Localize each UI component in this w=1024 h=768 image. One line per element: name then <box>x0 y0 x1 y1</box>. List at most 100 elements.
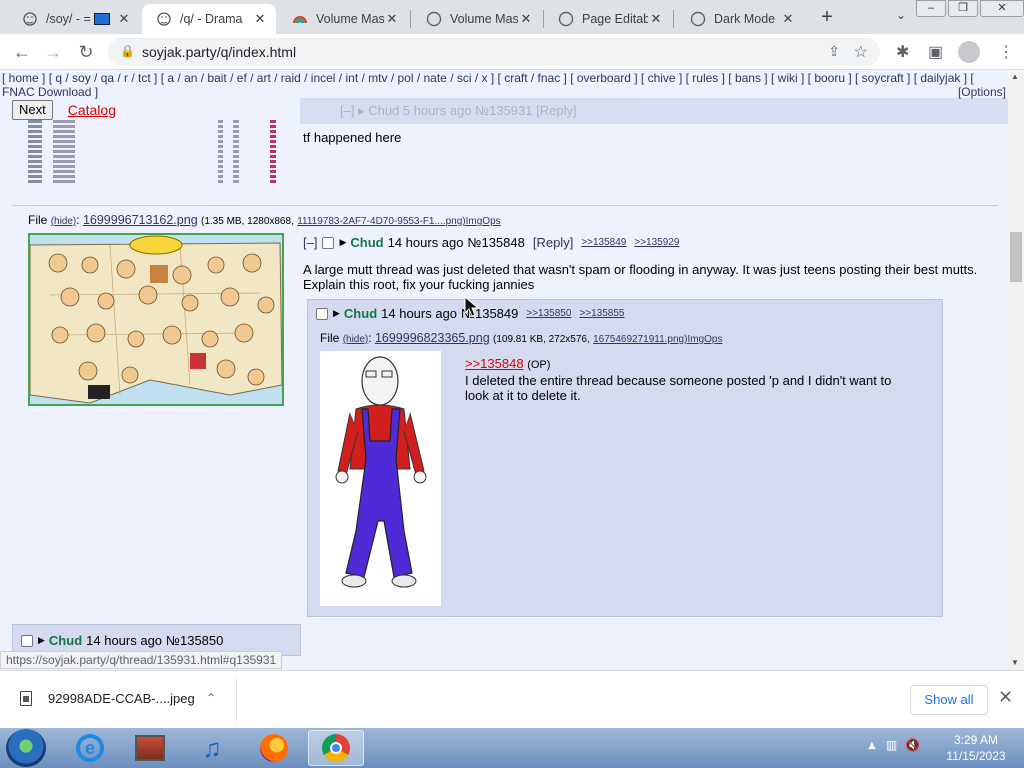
tab-q-drama[interactable]: /q/ - Drama ✕ <box>142 4 276 34</box>
backlink[interactable]: >>135929 <box>634 237 679 248</box>
minimize-icon[interactable]: ‒ <box>916 0 946 17</box>
hide-link[interactable]: (hide) <box>51 216 77 227</box>
post-checkbox[interactable] <box>322 236 335 249</box>
post-date: 14 hours ago <box>86 633 163 648</box>
close-tab-icon[interactable]: ✕ <box>384 11 400 27</box>
taskbar-chrome[interactable] <box>308 730 364 766</box>
tab-soy[interactable]: /soy/ - = ✕ <box>8 4 140 34</box>
post-menu-triangle-icon[interactable]: ▶ <box>333 308 340 319</box>
chevron-up-icon[interactable]: ⌃ <box>206 691 216 705</box>
download-item[interactable]: 92998ADE-CCAB-....jpeg <box>20 691 195 706</box>
taskbar-clock[interactable]: 3:29 AM 11/15/2023 <box>936 732 1016 764</box>
poster-name: Chud <box>48 633 83 648</box>
hide-link[interactable]: (hide) <box>343 334 369 345</box>
close-tab-icon[interactable]: ✕ <box>648 11 664 27</box>
share-icon[interactable]: ⇪ <box>828 43 840 60</box>
board-links-continued[interactable]: FNAC Download ] <box>2 85 98 99</box>
close-download-bar-icon[interactable]: ✕ <box>998 687 1013 708</box>
close-window-icon[interactable]: ✕ <box>980 0 1024 17</box>
thumbnail-cell <box>233 165 239 168</box>
thumbnail-cell <box>218 155 223 158</box>
board-links[interactable]: [ home ] [ q / soy / qa / r / tct ] [ a … <box>2 71 974 85</box>
post-checkbox[interactable] <box>316 307 328 320</box>
address-bar[interactable]: 🔒 soyjak.party/q/index.html ⇪ ☆ <box>108 38 880 66</box>
bookmark-star-icon[interactable]: ☆ <box>854 42 868 62</box>
thumbnail-cell <box>53 150 75 153</box>
previous-post-thumbnail[interactable] <box>28 120 278 192</box>
backlink[interactable]: >>135855 <box>579 308 624 319</box>
post-menu-triangle-icon[interactable]: ▶ <box>38 635 45 646</box>
close-tab-icon[interactable]: ✕ <box>116 11 132 27</box>
tab-separator <box>410 10 411 28</box>
sticky-thread-header: [–] ▸ Chud 5 hours ago №135931 [Reply] <box>300 98 1008 124</box>
op-filename-link[interactable]: 1699996713162.png <box>83 213 198 227</box>
volume-muted-icon[interactable]: 🔇 <box>905 738 920 752</box>
globe-icon <box>690 11 706 27</box>
reply-original-name-link[interactable]: 1675469271911.png) <box>593 334 687 345</box>
taskbar-firefox[interactable] <box>246 730 302 766</box>
tray-expand-icon[interactable]: ▲ <box>866 738 878 752</box>
forward-arrow-icon[interactable]: → <box>42 42 64 63</box>
backlink[interactable]: >>135849 <box>581 237 626 248</box>
image-file-icon <box>20 691 32 706</box>
tab-volume-master-2[interactable]: Volume Mast ✕ <box>412 4 542 34</box>
page-scrollbar[interactable]: ▲ ▼ <box>1008 70 1024 670</box>
post-menu-triangle-icon[interactable]: ▶ <box>339 237 346 248</box>
restore-icon[interactable]: ❐ <box>948 0 978 17</box>
tab-page-editable[interactable]: Page Editabl ✕ <box>544 4 672 34</box>
lock-icon[interactable]: 🔒 <box>120 44 135 58</box>
collapse-toggle[interactable]: [–] <box>303 235 317 250</box>
chrome-menu-icon[interactable]: ⋮ <box>998 42 1014 62</box>
thumbnail-cell <box>53 180 75 183</box>
tab-dark-mode[interactable]: Dark Mode ✕ <box>676 4 804 34</box>
backlink[interactable]: >>135850 <box>526 308 571 319</box>
extensions-puzzle-icon[interactable]: ✱ <box>896 42 909 62</box>
reload-icon[interactable]: ↻ <box>75 42 97 63</box>
start-button-icon[interactable] <box>6 729 46 767</box>
thumbnail-row <box>28 140 278 144</box>
new-tab-button[interactable]: + <box>815 6 839 29</box>
tab-search-chevron-icon[interactable]: ⌄ <box>896 8 906 22</box>
side-panel-icon[interactable]: ▣ <box>928 42 943 62</box>
taskbar-itunes[interactable]: ♫ <box>184 730 240 766</box>
reply-image-soyjak-overalls[interactable] <box>320 351 441 606</box>
clock-date: 11/15/2023 <box>946 749 1006 763</box>
url-text[interactable]: soyjak.party/q/index.html <box>142 44 296 60</box>
taskbar-internet-explorer[interactable]: e <box>62 730 118 766</box>
thumbnail-cell <box>233 135 239 138</box>
close-tab-icon[interactable]: ✕ <box>780 11 796 27</box>
scrollbar-thumb[interactable] <box>1010 232 1022 282</box>
board-list: [ home ] [ q / soy / qa / r / tct ] [ a … <box>0 70 1008 99</box>
post-checkbox[interactable] <box>21 634 33 647</box>
network-icon[interactable]: ▥ <box>886 738 897 752</box>
taskbar-media-app[interactable] <box>122 730 178 766</box>
scroll-up-icon[interactable]: ▲ <box>1011 72 1019 81</box>
tab-volume-master-1[interactable]: Volume Mast ✕ <box>278 4 408 34</box>
thumbnail-cell <box>28 145 42 148</box>
thumbnail-cell <box>53 125 75 128</box>
thumbnail-cell <box>218 145 223 148</box>
back-arrow-icon[interactable]: ← <box>11 42 33 63</box>
imgops-link[interactable]: ImgOps <box>687 334 722 345</box>
reply-filename-link[interactable]: 1699996823365.png <box>375 331 490 345</box>
reply-link[interactable]: [Reply] <box>533 235 573 250</box>
thumbnail-cell <box>270 180 276 183</box>
profile-avatar[interactable] <box>958 41 980 63</box>
browser-toolbar: ← → ↻ 🔒 soyjak.party/q/index.html ⇪ ☆ ✱ … <box>0 34 1024 70</box>
show-all-button[interactable]: Show all <box>910 685 988 715</box>
options-link[interactable]: [Options] <box>958 85 1006 99</box>
post-number[interactable]: №135850 <box>166 633 223 648</box>
post-number[interactable]: №135848 <box>468 235 525 250</box>
close-tab-icon[interactable]: ✕ <box>252 11 268 27</box>
next-button[interactable]: Next <box>12 100 53 120</box>
download-filename[interactable]: 92998ADE-CCAB-....jpeg <box>48 691 195 706</box>
thumbnail-row <box>28 150 278 154</box>
catalog-link[interactable]: Catalog <box>68 102 116 118</box>
thumbnail-cell <box>233 160 239 163</box>
quote-link[interactable]: >>135848 <box>465 356 524 371</box>
scroll-down-icon[interactable]: ▼ <box>1011 658 1019 667</box>
op-image-soyjak-map[interactable] <box>28 233 284 406</box>
imgops-link[interactable]: ImgOps <box>466 216 501 227</box>
op-original-name-link[interactable]: 11119783-2AF7-4D70-9553-F1....png) <box>297 216 465 227</box>
close-tab-icon[interactable]: ✕ <box>518 11 534 27</box>
